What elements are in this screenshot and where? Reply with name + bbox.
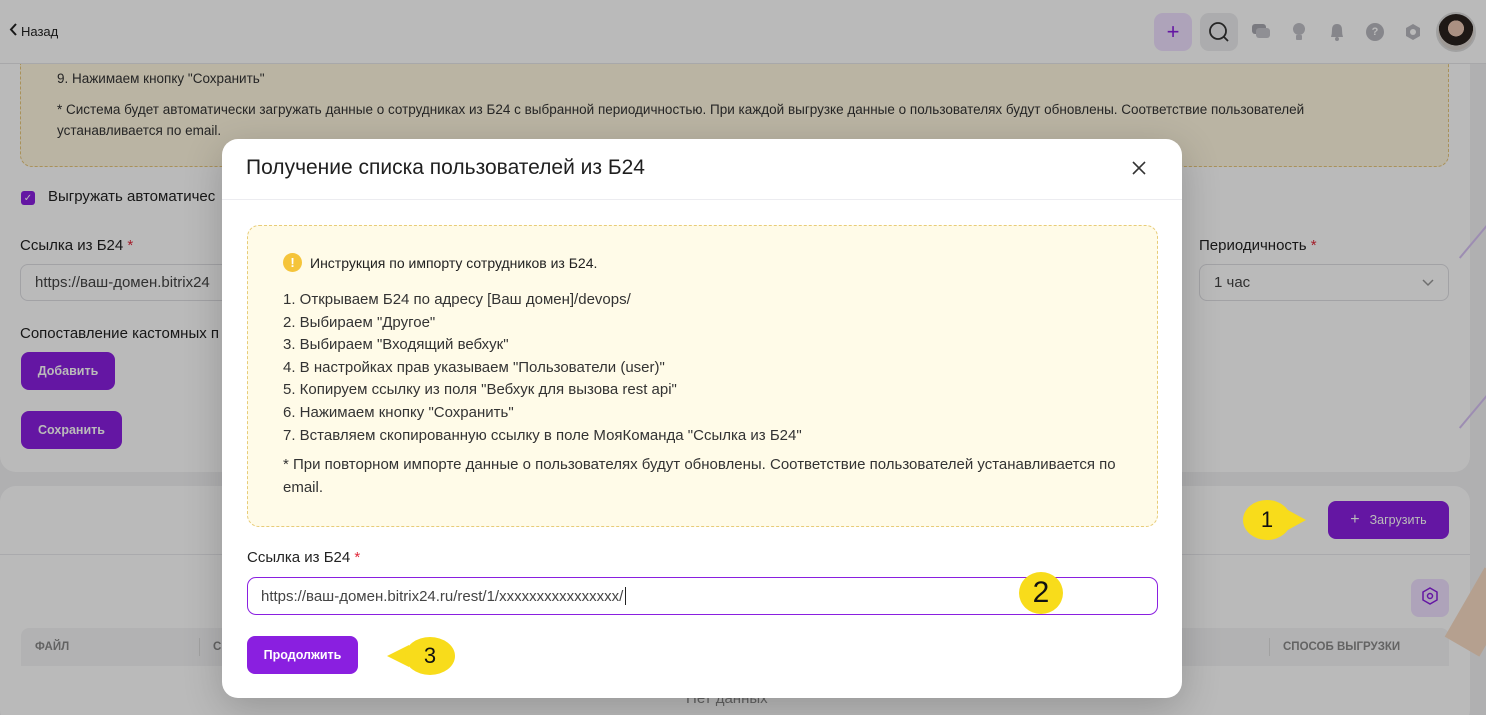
instruction-box: ! Инструкция по импорту сотрудников из Б…	[247, 225, 1158, 527]
link-field-label: Ссылка из Б24 *	[247, 549, 361, 566]
text-caret	[625, 587, 627, 605]
instruction-note: * При повторном импорте данные о пользов…	[283, 456, 1116, 496]
callout-marker-2: 2	[1019, 572, 1063, 614]
warning-icon: !	[283, 253, 302, 272]
divider	[222, 199, 1182, 200]
instruction-step: 7. Вставляем скопированную ссылку в поле…	[283, 426, 802, 444]
instruction-step: 4. В настройках прав указываем "Пользова…	[283, 358, 665, 376]
close-button[interactable]	[1126, 155, 1152, 181]
close-icon	[1132, 155, 1146, 181]
instruction-step: 6. Нажимаем кнопку "Сохранить"	[283, 403, 514, 421]
link-input-value: https://ваш-домен.bitrix24.ru/rest/1/xxx…	[261, 587, 624, 605]
instruction-step: 2. Выбираем "Другое"	[283, 313, 436, 331]
instruction-step: 5. Копируем ссылку из поля "Вебхук для в…	[283, 381, 677, 399]
callout-marker-1: 1	[1243, 500, 1291, 540]
instruction-steps: 1. Открываем Б24 по адресу [Ваш домен]/d…	[283, 289, 1122, 447]
import-users-modal: Получение списка пользователей из Б24 ! …	[222, 139, 1182, 698]
instruction-step: 1. Открываем Б24 по адресу [Ваш домен]/d…	[283, 291, 631, 308]
instruction-header: ! Инструкция по импорту сотрудников из Б…	[283, 253, 1122, 272]
instruction-title: Инструкция по импорту сотрудников из Б24…	[310, 254, 598, 271]
callout-marker-3: 3	[405, 637, 455, 675]
continue-button[interactable]: Продолжить	[247, 636, 358, 674]
modal-title: Получение списка пользователей из Б24	[246, 156, 645, 179]
instruction-step: 3. Выбираем "Входящий вебхук"	[283, 336, 509, 354]
